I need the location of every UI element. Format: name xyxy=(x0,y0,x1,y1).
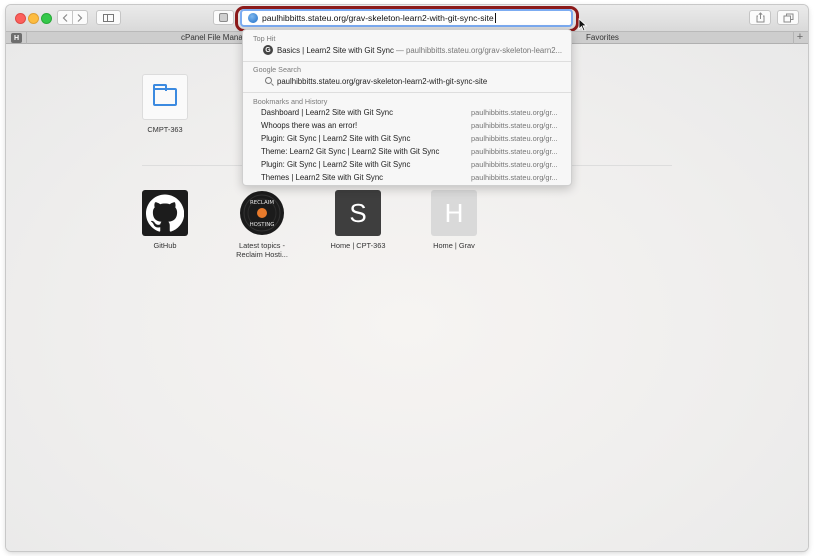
tabs-overview-icon xyxy=(783,13,793,22)
suggestion-url: paulhibbitts.stateu.org/gr... xyxy=(471,121,558,130)
dropdown-separator xyxy=(243,92,571,93)
favorite-label: Home | CPT-363 xyxy=(330,241,386,250)
suggestion-url: paulhibbitts.stateu.org/gr... xyxy=(471,108,558,117)
favorite-home-grav[interactable]: H Home | Grav xyxy=(420,190,488,250)
favorite-folder-cmpt-363[interactable]: CMPT-363 xyxy=(131,74,199,134)
browser-window: paulhibbitts.stateu.org/grav-skeleton-le… xyxy=(6,5,808,551)
suggestion-title: Theme: Learn2 Git Sync | Learn2 Site wit… xyxy=(261,147,440,156)
google-search-heading: Google Search xyxy=(253,65,301,74)
google-search-query: paulhibbitts.stateu.org/grav-skeleton-le… xyxy=(277,77,488,86)
tab-favorites[interactable]: Favorites xyxy=(586,33,619,42)
sidebar-icon xyxy=(103,13,114,22)
bookmark-suggestion[interactable]: Whoops there was an error! paulhibbitts.… xyxy=(261,121,567,133)
close-window-button[interactable] xyxy=(15,13,26,24)
reclaim-logo-text-top: RECLAIM xyxy=(250,200,274,206)
suggestion-title: Plugin: Git Sync | Learn2 Site with Git … xyxy=(261,134,411,143)
address-bar[interactable]: paulhibbitts.stateu.org/grav-skeleton-le… xyxy=(240,9,573,27)
suggestion-title: Themes | Learn2 Site with Git Sync xyxy=(261,173,384,182)
bookmarks-history-heading: Bookmarks and History xyxy=(253,97,328,106)
tab-favicon-h[interactable]: H xyxy=(11,33,22,43)
reclaim-logo-text-bottom: HOSTING xyxy=(250,222,275,228)
favorite-label: GitHub xyxy=(153,241,177,250)
bookmark-suggestion[interactable]: Plugin: Git Sync | Learn2 Site with Git … xyxy=(261,134,567,146)
share-icon xyxy=(756,12,764,23)
bookmark-suggestion[interactable]: Plugin: Git Sync | Learn2 Site with Git … xyxy=(261,160,567,172)
minimize-window-button[interactable] xyxy=(28,13,39,24)
bookmark-suggestion[interactable]: Themes | Learn2 Site with Git Sync paulh… xyxy=(261,173,567,185)
reader-icon xyxy=(219,13,228,22)
reclaim-hosting-icon: RECLAIM HOSTING xyxy=(240,191,284,235)
top-hit-heading: Top Hit xyxy=(253,34,276,43)
folder-tile xyxy=(142,74,188,120)
zoom-window-button[interactable] xyxy=(41,13,52,24)
suggestion-url: paulhibbitts.stateu.org/gr... xyxy=(471,134,558,143)
share-button[interactable] xyxy=(749,10,771,25)
chevron-left-icon xyxy=(62,13,68,22)
top-hit-url: — paulhibbitts.stateu.org/grav-skeleton-… xyxy=(393,46,563,55)
globe-icon xyxy=(248,13,258,23)
back-button[interactable] xyxy=(57,10,73,25)
new-tab-button[interactable]: + xyxy=(794,32,806,44)
suggestion-title: Whoops there was an error! xyxy=(261,121,358,130)
grav-site-icon: G xyxy=(263,45,273,55)
tab-separator xyxy=(26,32,27,44)
bookmark-suggestion[interactable]: Dashboard | Learn2 Site with Git Sync pa… xyxy=(261,108,567,120)
address-suggestions-dropdown: Top Hit G Basics | Learn2 Site with Git … xyxy=(242,29,572,186)
mouse-pointer-icon xyxy=(578,18,588,32)
suggestion-title: Dashboard | Learn2 Site with Git Sync xyxy=(261,108,394,117)
github-tile xyxy=(142,190,188,236)
favorite-label: CMPT-363 xyxy=(147,125,183,134)
tab-cpanel-file-manager[interactable]: cPanel File Manag xyxy=(181,33,247,42)
favorite-home-cpt-363[interactable]: S Home | CPT-363 xyxy=(324,190,392,250)
search-icon xyxy=(265,77,272,84)
letter-tile: H xyxy=(431,190,477,236)
text-caret xyxy=(494,13,496,23)
favorite-label: Home | Grav xyxy=(433,241,475,250)
dropdown-separator xyxy=(243,61,571,62)
reader-button[interactable] xyxy=(213,10,234,25)
favorite-reclaim-hosting[interactable]: RECLAIM HOSTING Latest topics - Reclaim … xyxy=(228,190,296,260)
sidebar-toggle-button[interactable] xyxy=(96,10,121,25)
google-search-suggestion[interactable]: paulhibbitts.stateu.org/grav-skeleton-le… xyxy=(263,76,569,88)
github-icon xyxy=(146,194,184,232)
top-hit-title: Basics | Learn2 Site with Git Sync xyxy=(277,46,394,55)
suggestion-url: paulhibbitts.stateu.org/gr... xyxy=(471,173,558,182)
suggestion-title: Plugin: Git Sync | Learn2 Site with Git … xyxy=(261,160,411,169)
reclaim-tile: RECLAIM HOSTING xyxy=(239,190,285,236)
tabs-overview-button[interactable] xyxy=(777,10,799,25)
suggestion-url: paulhibbitts.stateu.org/gr... xyxy=(471,160,558,169)
favorite-github[interactable]: GitHub xyxy=(131,190,199,250)
top-hit-text: Basics | Learn2 Site with Git Sync — pau… xyxy=(277,46,562,55)
chevron-right-icon xyxy=(77,13,83,22)
address-input[interactable]: paulhibbitts.stateu.org/grav-skeleton-le… xyxy=(262,13,494,23)
favorite-label: Latest topics - Reclaim Hosti... xyxy=(236,241,288,260)
top-hit-suggestion[interactable]: G Basics | Learn2 Site with Git Sync — p… xyxy=(263,45,569,57)
letter-tile: S xyxy=(335,190,381,236)
toolbar: paulhibbitts.stateu.org/grav-skeleton-le… xyxy=(6,5,808,32)
bookmark-suggestion[interactable]: Theme: Learn2 Git Sync | Learn2 Site wit… xyxy=(261,147,567,159)
forward-button[interactable] xyxy=(72,10,88,25)
folder-icon xyxy=(153,84,177,106)
suggestion-url: paulhibbitts.stateu.org/gr... xyxy=(471,147,558,156)
